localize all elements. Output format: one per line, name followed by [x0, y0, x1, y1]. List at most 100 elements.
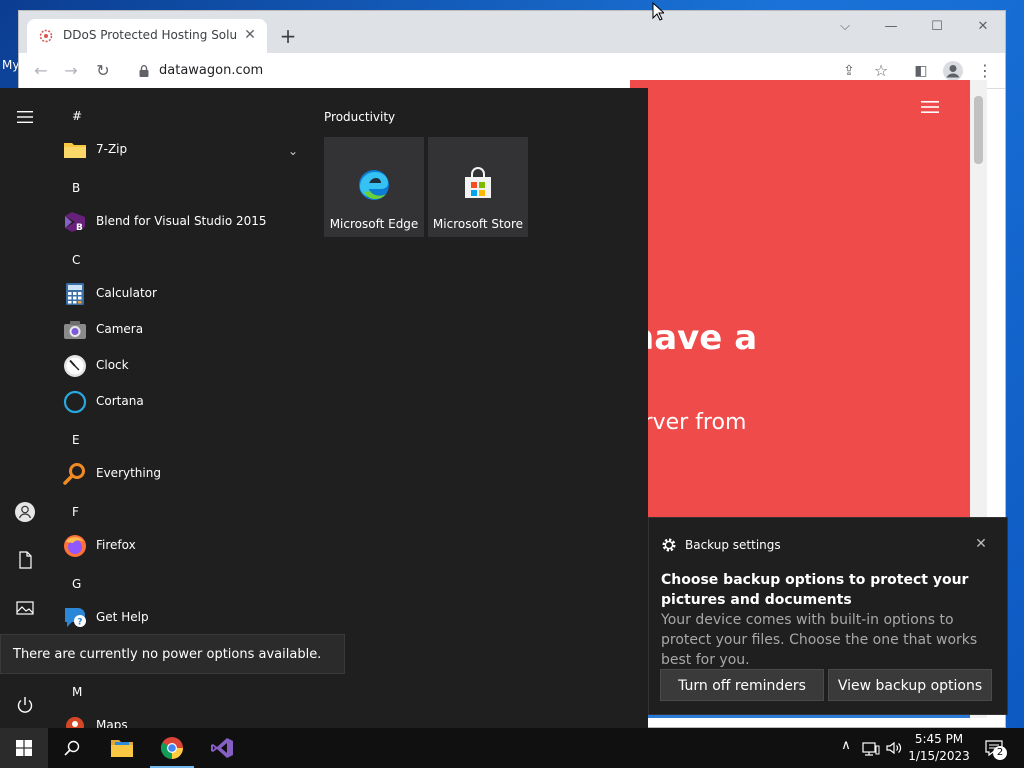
app-item-blend[interactable]: B Blend for Visual Studio 2015: [62, 205, 302, 237]
store-icon: [465, 167, 491, 198]
address-bar[interactable]: datawagon.com: [159, 63, 263, 78]
hamburger-menu-icon[interactable]: [12, 104, 38, 130]
desktop-icon-label[interactable]: My: [2, 58, 19, 72]
taskbar-search-button[interactable]: [48, 728, 96, 768]
forward-button[interactable]: →: [59, 59, 83, 83]
letter-header[interactable]: M: [72, 685, 82, 699]
camera-icon: [64, 321, 86, 339]
new-tab-button[interactable]: +: [277, 25, 299, 47]
show-hidden-icons-chevron-icon[interactable]: ∧: [836, 738, 856, 758]
app-item-calculator[interactable]: Calculator: [62, 277, 302, 309]
close-icon[interactable]: ✕: [971, 534, 991, 554]
chrome-icon: [161, 737, 183, 759]
reload-button[interactable]: ↻: [91, 59, 115, 83]
app-list: # 7-Zip ⌄ B B Blend for Visual Studio 20…: [48, 88, 310, 728]
letter-header[interactable]: C: [72, 253, 80, 267]
app-name: Camera: [96, 322, 144, 336]
firefox-icon: [64, 535, 86, 557]
app-name: 7-Zip: [96, 142, 128, 156]
folder-icon: [111, 740, 133, 757]
letter-header[interactable]: B: [72, 181, 80, 195]
taskbar-clock-date[interactable]: 1/15/2023: [904, 749, 974, 763]
hamburger-menu-icon[interactable]: [920, 100, 940, 114]
taskbar-clock-time[interactable]: 5:45 PM: [904, 732, 974, 746]
visual-studio-icon: [211, 738, 233, 758]
app-name: Calculator: [96, 286, 157, 300]
mouse-cursor-icon: [652, 2, 664, 21]
tile-microsoft-store[interactable]: Microsoft Store: [428, 137, 528, 237]
taskbar-chrome[interactable]: [148, 728, 196, 768]
app-item-maps[interactable]: Maps: [62, 709, 302, 728]
view-backup-options-button[interactable]: View backup options: [828, 669, 992, 701]
search-icon: [64, 740, 80, 756]
svg-text:B: B: [76, 223, 83, 233]
back-button[interactable]: ←: [29, 59, 53, 83]
app-name: Maps: [96, 718, 128, 728]
search-icon: [63, 463, 85, 485]
letter-header[interactable]: F: [72, 505, 79, 519]
minimize-button[interactable]: —: [877, 17, 905, 37]
favicon-icon: [39, 29, 53, 43]
windows-logo-icon: [16, 740, 32, 756]
letter-header[interactable]: #: [72, 109, 82, 123]
notification-heading: Choose backup options to protect your pi…: [661, 572, 969, 608]
backup-notification: Backup settings ✕ Choose backup options …: [648, 517, 1008, 715]
app-item-get-help[interactable]: ? Get Help: [62, 601, 302, 633]
network-icon[interactable]: [861, 738, 881, 758]
taskbar-visual-studio[interactable]: [198, 728, 246, 768]
close-window-button[interactable]: ✕: [969, 17, 997, 37]
notification-app-name: Backup settings: [685, 538, 781, 552]
app-name: Cortana: [96, 394, 144, 408]
start-menu: # 7-Zip ⌄ B B Blend for Visual Studio 20…: [0, 88, 648, 728]
app-item-7zip[interactable]: 7-Zip: [62, 133, 302, 165]
user-account-icon[interactable]: [12, 499, 38, 525]
maps-icon: [66, 717, 84, 728]
pictures-icon[interactable]: [12, 595, 38, 621]
blend-icon: B: [65, 212, 85, 233]
edge-icon: [359, 170, 389, 200]
taskbar-file-explorer[interactable]: [98, 728, 146, 768]
turn-off-reminders-button[interactable]: Turn off reminders: [660, 669, 824, 701]
power-options-tooltip: There are currently no power options ava…: [0, 634, 345, 674]
folder-icon: [64, 143, 86, 158]
svg-text:?: ?: [77, 618, 82, 628]
lock-icon[interactable]: [137, 64, 151, 78]
browser-tab[interactable]: DDoS Protected Hosting Solutions ✕: [27, 19, 267, 53]
notification-count-badge: 2: [993, 746, 1007, 760]
notification-body: Your device comes with built-in options …: [661, 612, 978, 668]
power-icon[interactable]: [12, 692, 38, 718]
tile-group-title[interactable]: Productivity: [324, 110, 395, 124]
cortana-icon: [63, 390, 87, 414]
tile-label: Microsoft Store: [432, 217, 524, 231]
letter-header[interactable]: E: [72, 433, 80, 447]
app-item-everything[interactable]: Everything: [62, 457, 302, 489]
help-icon: ?: [65, 608, 86, 628]
app-name: Get Help: [96, 610, 149, 624]
tile-microsoft-edge[interactable]: Microsoft Edge: [324, 137, 424, 237]
start-rail: [0, 88, 48, 728]
tab-search-chevron-icon[interactable]: ⌵: [831, 17, 859, 37]
app-name: Blend for Visual Studio 2015: [96, 214, 267, 228]
browser-titlebar: DDoS Protected Hosting Solutions ✕ + ⌵ —…: [19, 11, 1005, 53]
tab-title: DDoS Protected Hosting Solutions: [63, 28, 237, 42]
clock-icon: [64, 355, 86, 377]
volume-icon[interactable]: [884, 738, 904, 758]
app-name: Everything: [96, 466, 161, 480]
hero-heading: have a: [630, 318, 758, 358]
chevron-down-icon[interactable]: ⌄: [288, 144, 298, 158]
maximize-button[interactable]: ☐: [923, 17, 951, 37]
app-item-cortana[interactable]: Cortana: [62, 385, 302, 417]
app-name: Firefox: [96, 538, 136, 552]
gear-icon: [662, 538, 676, 552]
app-item-clock[interactable]: Clock: [62, 349, 302, 381]
app-name: Clock: [96, 358, 129, 372]
calculator-icon: [66, 283, 84, 305]
tab-close-icon[interactable]: ✕: [241, 26, 259, 44]
tile-label: Microsoft Edge: [329, 217, 419, 231]
scrollbar-thumb[interactable]: [974, 96, 983, 164]
app-item-camera[interactable]: Camera: [62, 313, 302, 345]
app-item-firefox[interactable]: Firefox: [62, 529, 302, 561]
letter-header[interactable]: G: [72, 577, 81, 591]
documents-icon[interactable]: [12, 547, 38, 573]
start-button[interactable]: [0, 728, 48, 768]
